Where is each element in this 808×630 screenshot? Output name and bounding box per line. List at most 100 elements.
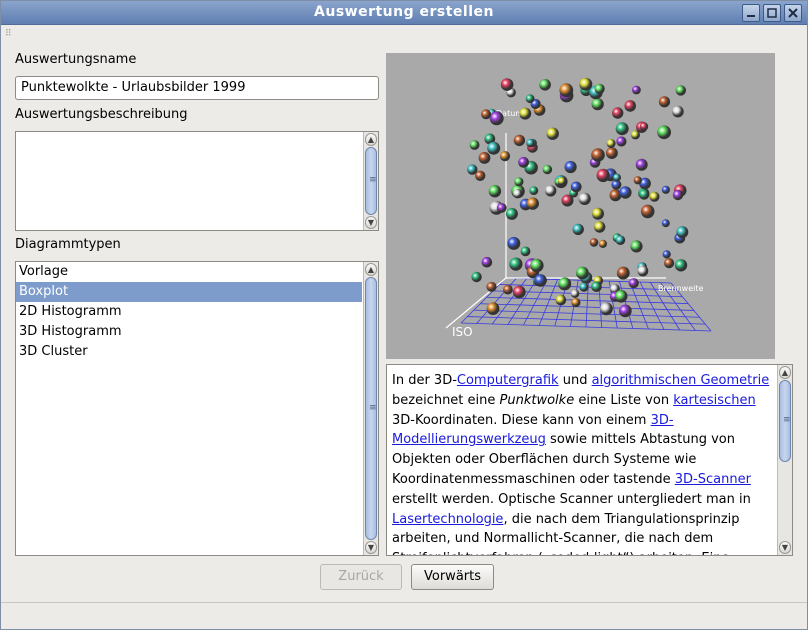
scroll-up-icon[interactable]: ▲: [365, 263, 377, 276]
point-marker: [558, 277, 572, 291]
z-axis: [445, 277, 507, 329]
list-item-3d-histogramm[interactable]: 3D Histogramm: [16, 322, 362, 342]
point-marker: [624, 100, 636, 112]
point-marker: [639, 122, 649, 131]
maximize-button[interactable]: [763, 4, 781, 22]
name-label: Auswertungsname: [15, 52, 137, 67]
point-marker: [513, 134, 526, 147]
list-item-2d-histogramm[interactable]: 2D Histogramm: [16, 302, 362, 322]
point-marker: [564, 160, 577, 174]
scroll-down-icon[interactable]: ▼: [779, 541, 791, 554]
description-textarea[interactable]: ▲ ≡ ▼: [15, 131, 379, 231]
point-marker: [534, 274, 547, 287]
link-3d-scanner[interactable]: 3D-Scanner: [675, 472, 751, 487]
list-item-vorlage[interactable]: Vorlage: [16, 262, 362, 282]
scroll-up-icon[interactable]: ▲: [779, 366, 791, 379]
point-marker: [467, 164, 478, 175]
point-marker: [613, 173, 621, 182]
point-marker: [594, 221, 606, 233]
scroll-grip-icon: ≡: [369, 175, 377, 185]
point-marker: [664, 258, 675, 269]
close-button[interactable]: [784, 4, 802, 22]
scroll-down-icon[interactable]: ▼: [365, 216, 377, 229]
point-marker: [614, 290, 628, 303]
point-marker: [481, 256, 493, 268]
diagram-list-scrollbar[interactable]: ▲ ≡ ▼: [363, 262, 378, 555]
point-marker: [519, 107, 532, 120]
link-lasertechnologie[interactable]: Lasertechnologie: [392, 512, 503, 527]
point-marker: [612, 107, 624, 119]
scroll-up-icon[interactable]: ▲: [365, 133, 377, 146]
list-item-boxplot[interactable]: Boxplot: [16, 282, 362, 302]
info-text-part: und: [558, 373, 592, 388]
point-marker: [512, 189, 523, 199]
point-marker: [628, 278, 639, 289]
point-marker: [520, 246, 531, 257]
description-label: Auswertungsbeschreibung: [15, 107, 188, 122]
point-marker: [496, 203, 507, 213]
point-marker: [503, 284, 513, 295]
toolbar-grip-icon[interactable]: ⠿: [5, 29, 13, 39]
point-marker: [576, 266, 589, 280]
point-marker: [615, 122, 629, 136]
point-marker: [598, 239, 607, 248]
diagram-preview: Datum Brennweite ISO: [386, 53, 775, 359]
point-marker: [649, 191, 660, 202]
point-marker: [596, 168, 610, 183]
maximize-icon: [767, 8, 777, 18]
point-marker: [591, 148, 605, 162]
point-marker: [594, 83, 605, 94]
point-cloud-preview: Datum Brennweite ISO: [445, 77, 712, 339]
diagram-type-list[interactable]: Vorlage Boxplot 2D Histogramm 3D Histogr…: [15, 261, 379, 556]
name-input[interactable]: Punktewolkte - Urlaubsbilder 1999: [15, 76, 379, 100]
point-marker: [662, 250, 671, 259]
point-marker: [618, 304, 632, 318]
back-button[interactable]: Zurück: [320, 564, 402, 590]
scroll-thumb[interactable]: ≡: [779, 380, 791, 462]
point-marker: [578, 192, 591, 205]
point-marker: [486, 281, 497, 292]
info-text: In der 3D-Computergrafik und algorithmis…: [392, 371, 775, 555]
info-text-part: bezeichnet eine: [392, 392, 500, 408]
point-marker: [616, 136, 627, 147]
point-marker: [592, 207, 604, 220]
scroll-down-icon[interactable]: ▼: [365, 541, 377, 554]
axis-x-label: Brennweite: [658, 284, 703, 293]
title-bar[interactable]: Auswertung erstellen: [1, 1, 807, 25]
point-marker: [616, 266, 630, 280]
point-marker: [672, 105, 684, 118]
point-marker: [489, 111, 504, 126]
point-marker: [639, 189, 650, 200]
list-item-3d-cluster[interactable]: 3D Cluster: [16, 342, 362, 362]
scroll-thumb[interactable]: ≡: [365, 147, 377, 215]
point-marker: [514, 177, 524, 187]
point-marker: [657, 125, 671, 140]
info-scrollbar[interactable]: ▲ ≡ ▼: [777, 365, 792, 555]
link-kartesisch[interactable]: kartesischen: [673, 393, 756, 408]
info-emphasis: Punktwolke: [499, 392, 575, 408]
point-marker: [570, 181, 582, 193]
point-marker: [635, 158, 648, 171]
point-marker: [579, 77, 593, 91]
point-marker: [499, 151, 511, 162]
point-marker: [481, 109, 492, 120]
point-marker: [545, 185, 557, 197]
link-algorithmische-geometrie[interactable]: algorithmischen Geometrie: [592, 373, 770, 388]
scroll-grip-icon: ≡: [783, 415, 791, 425]
scroll-thumb[interactable]: ≡: [365, 277, 377, 540]
point-marker: [672, 189, 684, 201]
point-marker: [633, 176, 642, 185]
point-marker: [676, 226, 689, 239]
minimize-button[interactable]: [742, 4, 760, 22]
point-marker: [469, 140, 480, 150]
link-computergrafik[interactable]: Computergrafik: [457, 373, 559, 388]
forward-button[interactable]: Vorwärts: [411, 564, 494, 590]
info-text-part: eine Liste von: [574, 392, 674, 408]
description-scrollbar[interactable]: ▲ ≡ ▼: [363, 132, 378, 230]
info-panel[interactable]: In der 3D-Computergrafik und algorithmis…: [386, 364, 793, 556]
point-marker: [509, 257, 523, 271]
point-marker: [486, 302, 500, 315]
scroll-grip-icon: ≡: [369, 403, 377, 413]
point-marker: [661, 219, 670, 228]
point-marker: [526, 138, 535, 148]
